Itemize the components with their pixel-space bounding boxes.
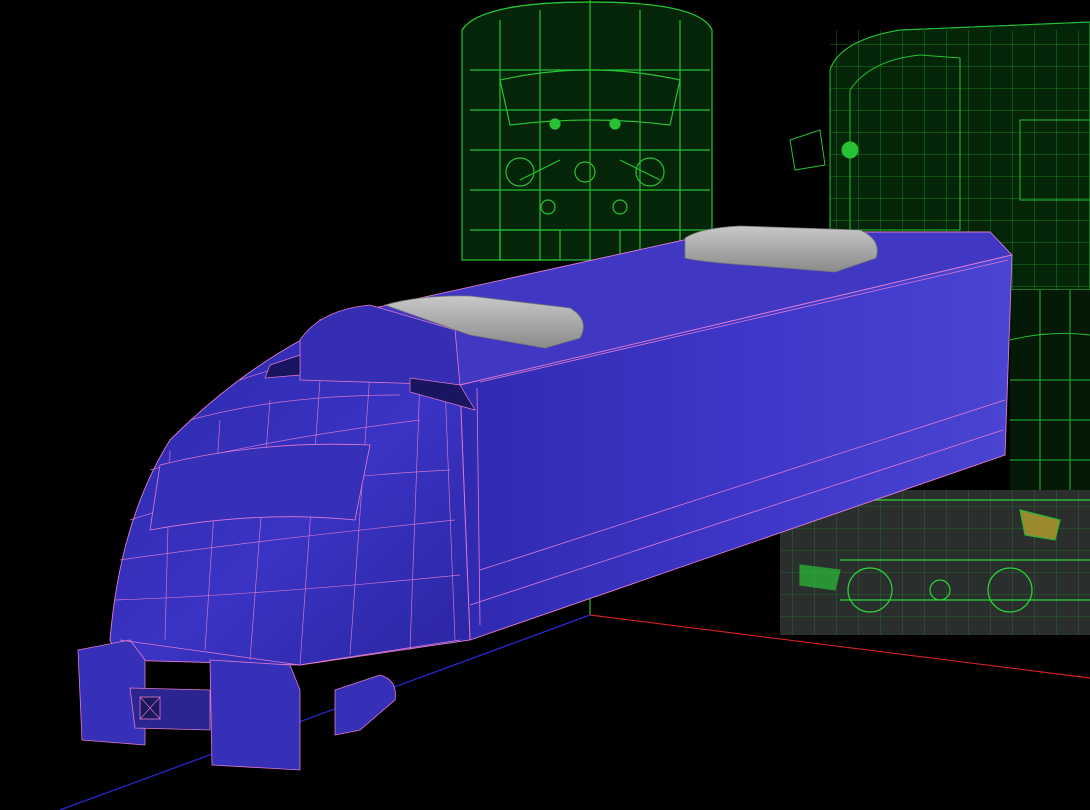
3d-viewport[interactable] [0,0,1090,810]
front-view-blueprint [461,1,713,261]
train-model[interactable] [77,225,1013,771]
viewport-canvas[interactable] [0,0,1090,810]
